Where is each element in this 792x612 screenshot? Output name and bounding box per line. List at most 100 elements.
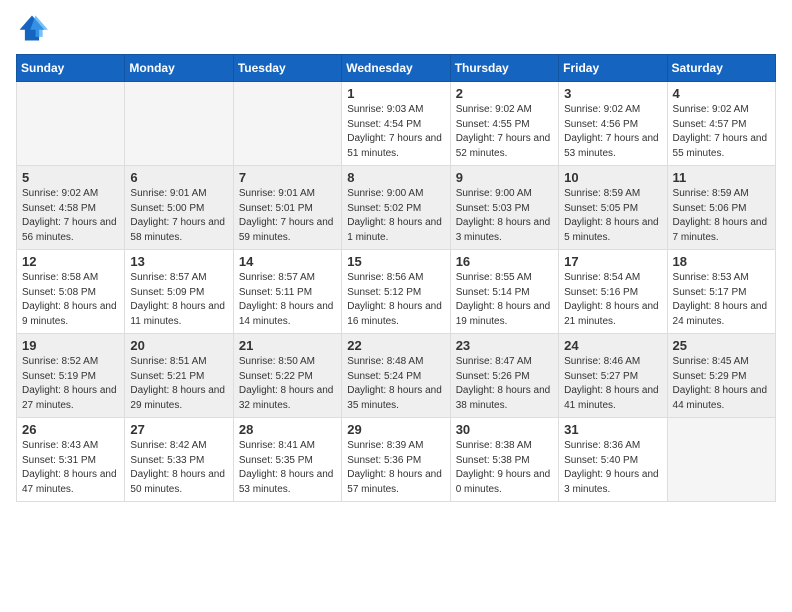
day-info: Sunrise: 9:02 AM Sunset: 4:58 PM Dayligh… [22, 187, 119, 245]
day-info: Sunrise: 8:46 AM Sunset: 5:27 PM Dayligh… [564, 355, 661, 413]
day-number: 23 [456, 338, 553, 353]
day-info: Sunrise: 8:54 AM Sunset: 5:16 PM Dayligh… [564, 271, 661, 329]
header [16, 12, 776, 44]
day-number: 25 [673, 338, 770, 353]
weekday-header-thursday: Thursday [450, 55, 558, 82]
day-cell: 21 Sunrise: 8:50 AM Sunset: 5:22 PM Dayli… [233, 334, 341, 418]
day-number: 12 [22, 254, 119, 269]
page: SundayMondayTuesdayWednesdayThursdayFrid… [0, 0, 792, 612]
day-number: 9 [456, 170, 553, 185]
day-info: Sunrise: 9:00 AM Sunset: 5:02 PM Dayligh… [347, 187, 444, 245]
day-info: Sunrise: 8:58 AM Sunset: 5:08 PM Dayligh… [22, 271, 119, 329]
day-number: 5 [22, 170, 119, 185]
day-cell [125, 82, 233, 166]
day-cell: 25 Sunrise: 8:45 AM Sunset: 5:29 PM Dayli… [667, 334, 775, 418]
day-number: 20 [130, 338, 227, 353]
weekday-header-wednesday: Wednesday [342, 55, 450, 82]
day-number: 21 [239, 338, 336, 353]
day-cell: 28 Sunrise: 8:41 AM Sunset: 5:35 PM Dayli… [233, 418, 341, 502]
day-number: 31 [564, 422, 661, 437]
day-cell: 4 Sunrise: 9:02 AM Sunset: 4:57 PM Daylig… [667, 82, 775, 166]
day-number: 16 [456, 254, 553, 269]
week-row-2: 5 Sunrise: 9:02 AM Sunset: 4:58 PM Daylig… [17, 166, 776, 250]
day-cell: 27Sunrise: 8:42 AM Sunset: 5:33 PM Dayli… [125, 418, 233, 502]
day-number: 8 [347, 170, 444, 185]
day-info: Sunrise: 8:50 AM Sunset: 5:22 PM Dayligh… [239, 355, 336, 413]
day-cell: 31 Sunrise: 8:36 AM Sunset: 5:40 PM Dayli… [559, 418, 667, 502]
day-number: 7 [239, 170, 336, 185]
day-number: 17 [564, 254, 661, 269]
day-info: Sunrise: 8:52 AM Sunset: 5:19 PM Dayligh… [22, 355, 119, 413]
day-cell: 14 Sunrise: 8:57 AM Sunset: 5:11 PM Dayli… [233, 250, 341, 334]
weekday-header-sunday: Sunday [17, 55, 125, 82]
day-info: Sunrise: 8:43 AM Sunset: 5:31 PM Dayligh… [22, 439, 119, 497]
day-cell [667, 418, 775, 502]
day-number: 1 [347, 86, 444, 101]
day-info: Sunrise: 8:59 AM Sunset: 5:06 PM Dayligh… [673, 187, 770, 245]
day-number: 28 [239, 422, 336, 437]
day-cell: 29Sunrise: 8:39 AM Sunset: 5:36 PM Dayli… [342, 418, 450, 502]
day-info: Sunrise: 8:45 AM Sunset: 5:29 PM Dayligh… [673, 355, 770, 413]
week-row-1: 1 Sunrise: 9:03 AM Sunset: 4:54 PM Daylig… [17, 82, 776, 166]
day-cell: 1 Sunrise: 9:03 AM Sunset: 4:54 PM Daylig… [342, 82, 450, 166]
day-number: 13 [130, 254, 227, 269]
day-number: 3 [564, 86, 661, 101]
day-number: 18 [673, 254, 770, 269]
day-cell: 13Sunrise: 8:57 AM Sunset: 5:09 PM Dayli… [125, 250, 233, 334]
day-info: Sunrise: 8:59 AM Sunset: 5:05 PM Dayligh… [564, 187, 661, 245]
day-number: 11 [673, 170, 770, 185]
day-cell: 16 Sunrise: 8:55 AM Sunset: 5:14 PM Dayli… [450, 250, 558, 334]
week-row-3: 12 Sunrise: 8:58 AM Sunset: 5:08 PM Dayli… [17, 250, 776, 334]
day-cell: 3 Sunrise: 9:02 AM Sunset: 4:56 PM Daylig… [559, 82, 667, 166]
week-row-5: 26 Sunrise: 8:43 AM Sunset: 5:31 PM Dayli… [17, 418, 776, 502]
day-info: Sunrise: 8:48 AM Sunset: 5:24 PM Dayligh… [347, 355, 444, 413]
day-cell: 18 Sunrise: 8:53 AM Sunset: 5:17 PM Dayli… [667, 250, 775, 334]
day-number: 4 [673, 86, 770, 101]
day-number: 19 [22, 338, 119, 353]
day-info: Sunrise: 8:57 AM Sunset: 5:11 PM Dayligh… [239, 271, 336, 329]
day-cell: 20 Sunrise: 8:51 AM Sunset: 5:21 PM Dayli… [125, 334, 233, 418]
day-cell: 19 Sunrise: 8:52 AM Sunset: 5:19 PM Dayli… [17, 334, 125, 418]
day-cell: 12 Sunrise: 8:58 AM Sunset: 5:08 PM Dayli… [17, 250, 125, 334]
weekday-header-monday: Monday [125, 55, 233, 82]
day-number: 24 [564, 338, 661, 353]
day-number: 10 [564, 170, 661, 185]
weekday-header-saturday: Saturday [667, 55, 775, 82]
day-cell: 6Sunrise: 9:01 AM Sunset: 5:00 PM Daylig… [125, 166, 233, 250]
day-cell: 11 Sunrise: 8:59 AM Sunset: 5:06 PM Dayli… [667, 166, 775, 250]
day-info: Sunrise: 9:01 AM Sunset: 5:00 PM Dayligh… [130, 187, 227, 245]
day-info: Sunrise: 8:36 AM Sunset: 5:40 PM Dayligh… [564, 439, 661, 497]
day-number: 26 [22, 422, 119, 437]
day-cell [233, 82, 341, 166]
week-row-4: 19 Sunrise: 8:52 AM Sunset: 5:19 PM Dayli… [17, 334, 776, 418]
day-info: Sunrise: 8:53 AM Sunset: 5:17 PM Dayligh… [673, 271, 770, 329]
weekday-header-friday: Friday [559, 55, 667, 82]
day-cell: 5 Sunrise: 9:02 AM Sunset: 4:58 PM Daylig… [17, 166, 125, 250]
day-number: 30 [456, 422, 553, 437]
day-info: Sunrise: 9:03 AM Sunset: 4:54 PM Dayligh… [347, 103, 444, 161]
weekday-header-tuesday: Tuesday [233, 55, 341, 82]
day-cell: 2Sunrise: 9:02 AM Sunset: 4:55 PM Daylig… [450, 82, 558, 166]
day-info: Sunrise: 8:51 AM Sunset: 5:21 PM Dayligh… [130, 355, 227, 413]
day-info: Sunrise: 8:39 AM Sunset: 5:36 PM Dayligh… [347, 439, 444, 497]
logo [16, 12, 52, 44]
day-info: Sunrise: 8:41 AM Sunset: 5:35 PM Dayligh… [239, 439, 336, 497]
day-cell: 8 Sunrise: 9:00 AM Sunset: 5:02 PM Daylig… [342, 166, 450, 250]
day-cell: 22 Sunrise: 8:48 AM Sunset: 5:24 PM Dayli… [342, 334, 450, 418]
day-number: 22 [347, 338, 444, 353]
day-cell: 23 Sunrise: 8:47 AM Sunset: 5:26 PM Dayli… [450, 334, 558, 418]
day-cell: 7Sunrise: 9:01 AM Sunset: 5:01 PM Daylig… [233, 166, 341, 250]
day-info: Sunrise: 8:47 AM Sunset: 5:26 PM Dayligh… [456, 355, 553, 413]
day-cell: 30Sunrise: 8:38 AM Sunset: 5:38 PM Dayli… [450, 418, 558, 502]
day-number: 14 [239, 254, 336, 269]
logo-icon [16, 12, 48, 44]
day-info: Sunrise: 9:02 AM Sunset: 4:57 PM Dayligh… [673, 103, 770, 161]
day-cell: 26 Sunrise: 8:43 AM Sunset: 5:31 PM Dayli… [17, 418, 125, 502]
day-number: 15 [347, 254, 444, 269]
day-info: Sunrise: 8:55 AM Sunset: 5:14 PM Dayligh… [456, 271, 553, 329]
day-cell: 9Sunrise: 9:00 AM Sunset: 5:03 PM Daylig… [450, 166, 558, 250]
day-info: Sunrise: 9:02 AM Sunset: 4:56 PM Dayligh… [564, 103, 661, 161]
day-info: Sunrise: 9:02 AM Sunset: 4:55 PM Dayligh… [456, 103, 553, 161]
day-cell: 15Sunrise: 8:56 AM Sunset: 5:12 PM Dayli… [342, 250, 450, 334]
day-cell: 24 Sunrise: 8:46 AM Sunset: 5:27 PM Dayli… [559, 334, 667, 418]
